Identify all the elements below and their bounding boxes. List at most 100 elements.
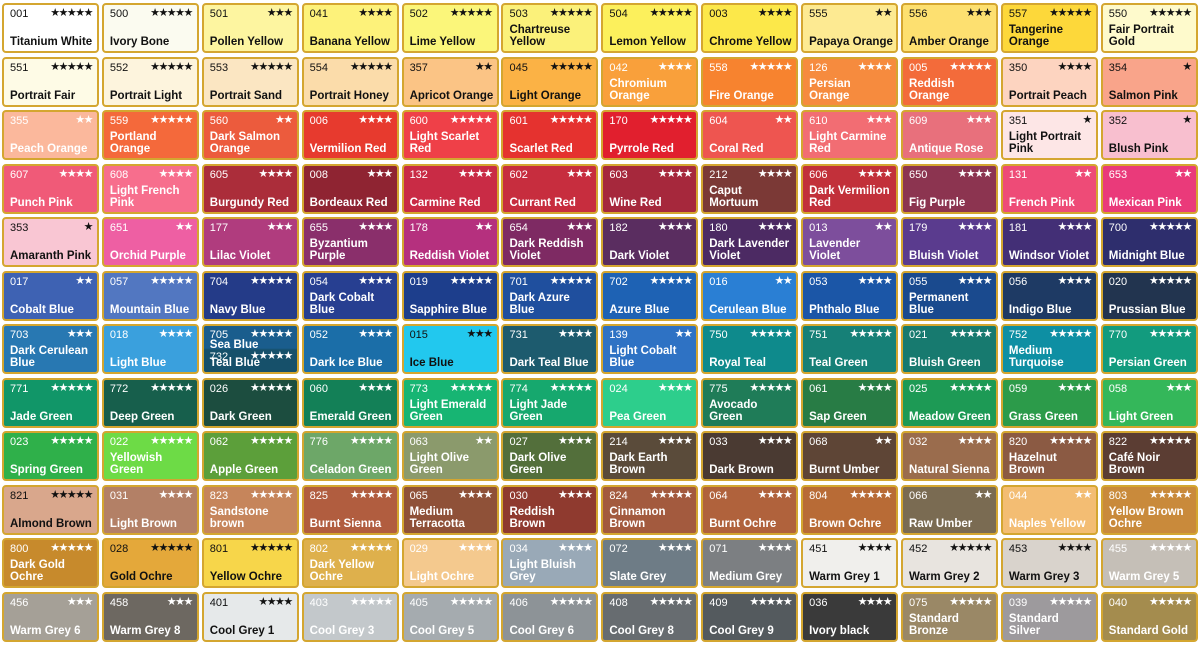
color-swatch[interactable]: 044 ★★ Naples Yellow [1000,484,1098,535]
color-swatch[interactable]: 357 ★★ Apricot Orange [401,56,499,107]
color-swatch[interactable]: 550 ★★★★★ Fair Portrait Gold [1100,3,1198,53]
color-swatch[interactable]: 017 ★★ Cobalt Blue [2,270,99,321]
color-swatch[interactable]: 704 ★★★★★ Navy Blue [201,270,299,321]
color-swatch[interactable]: 170 ★★★★★ Pyrrole Red [601,110,699,160]
color-swatch[interactable]: 409 ★★★★★ Cool Grey 9 [701,591,799,642]
color-swatch[interactable]: 600 ★★★★★ Light Scarlet Red [401,110,499,160]
color-swatch[interactable]: 771 ★★★★★ Jade Green [2,377,99,428]
color-swatch[interactable]: 803 ★★★★★ Yellow Brown Ochre [1100,484,1198,535]
color-swatch[interactable]: 022 ★★★★★ Yellowish Green [101,431,199,481]
color-swatch[interactable]: 605 ★★★★ Burgundy Red [201,163,299,214]
color-swatch[interactable]: 773 ★★★★★ Light Emerald Green [401,377,499,428]
color-swatch[interactable]: 774 ★★★★★ Light Jade Green [501,377,599,428]
color-swatch[interactable]: 058 ★★★ Light Green [1100,377,1198,428]
color-swatch[interactable]: 053 ★★★★ Phthalo Blue [801,270,899,321]
color-swatch[interactable]: 036 ★★★★ Ivory black [801,591,899,642]
color-swatch[interactable]: 701 ★★★★★ Dark Azure Blue [501,270,599,321]
color-swatch[interactable]: 554 ★★★★★ Portrait Honey [301,56,399,107]
color-swatch[interactable]: 608 ★★★★ Light French Pink [101,163,199,214]
color-swatch[interactable]: 772 ★★★★★ Deep Green [101,377,199,428]
color-swatch[interactable]: 503 ★★★★★ Chartreuse Yellow [501,3,599,53]
color-swatch[interactable]: 139 ★★ Light Cobalt Blue [601,324,699,374]
color-swatch[interactable]: 822 ★★★★★ Café Noir Brown [1100,431,1198,481]
color-swatch[interactable]: 556 ★★★ Amber Orange [901,3,999,53]
color-swatch[interactable]: 214 ★★★★ Dark Earth Brown [601,431,699,481]
color-swatch[interactable]: 039 ★★★★★ Standard Silver [1000,591,1098,642]
color-swatch[interactable]: 063 ★★ Light Olive Green [401,431,499,481]
color-swatch[interactable]: 005 ★★★★★ Reddish Orange [901,56,999,107]
color-swatch[interactable]: 008 ★★★ Bordeaux Red [301,163,399,214]
color-swatch[interactable]: 003 ★★★★ Chrome Yellow [701,3,799,53]
color-swatch[interactable]: 066 ★★ Raw Umber [901,484,999,535]
color-swatch[interactable]: 025 ★★★★★ Meadow Green [901,377,999,428]
color-swatch[interactable]: 800 ★★★★★ Dark Gold Ochre [2,538,99,588]
color-swatch[interactable]: 453 ★★★★ Warm Grey 3 [1000,538,1098,588]
color-swatch[interactable]: 820 ★★★★★ Hazelnut Brown [1000,431,1098,481]
color-swatch[interactable]: 006 ★★★★ Vermilion Red [301,110,399,160]
color-swatch[interactable]: 606 ★★★★ Dark Vermilion Red [801,163,899,214]
color-swatch[interactable]: 180 ★★★★ Dark Lavender Violet [701,217,799,267]
color-swatch[interactable]: 408 ★★★★★ Cool Grey 8 [601,591,699,642]
color-swatch[interactable]: 502 ★★★★★ Lime Yellow [401,3,499,53]
color-swatch[interactable]: 131 ★★ French Pink [1000,163,1098,214]
color-swatch[interactable]: 015 ★★★ Ice Blue [401,324,499,374]
color-swatch[interactable]: 824 ★★★★★ Cinnamon Brown [601,484,699,535]
color-swatch[interactable]: 458 ★★★ Warm Grey 8 [101,591,199,642]
color-swatch[interactable]: 770 ★★★★★ Persian Green [1100,324,1198,374]
color-swatch[interactable]: 023 ★★★★★ Spring Green [2,431,99,481]
color-swatch[interactable]: 559 ★★★★★ Portland Orange [101,110,199,160]
color-swatch[interactable]: 702 ★★★★★ Azure Blue [601,270,699,321]
color-swatch[interactable]: 654 ★★★ Dark Reddish Violet [501,217,599,267]
color-swatch[interactable]: 060 ★★★★ Emerald Green [301,377,399,428]
color-swatch[interactable]: 452 ★★★★★ Warm Grey 2 [901,538,999,588]
color-swatch[interactable]: 403 ★★★★★ Cool Grey 3 [301,591,399,642]
color-swatch[interactable]: 059 ★★★★ Grass Green [1000,377,1098,428]
color-swatch[interactable]: 405 ★★★★★ Cool Grey 5 [401,591,499,642]
color-swatch[interactable]: 212 ★★★★ Caput Mortuum [701,163,799,214]
color-swatch[interactable]: 041 ★★★★ Banana Yellow [301,3,399,53]
color-swatch[interactable]: 062 ★★★★★ Apple Green [201,431,299,481]
color-swatch[interactable]: 040 ★★★★★ Standard Gold [1100,591,1198,642]
color-swatch[interactable]: 072 ★★★★ Slate Grey [601,538,699,588]
color-swatch[interactable]: 607 ★★★★ Punch Pink [2,163,99,214]
color-swatch[interactable]: 558 ★★★★★ Fire Orange [701,56,799,107]
color-swatch[interactable]: 056 ★★★★ Indigo Blue [1000,270,1098,321]
color-swatch[interactable]: 751 ★★★★★ Teal Green [801,324,899,374]
color-swatch[interactable]: 802 ★★★★★ Dark Yellow Ochre [301,538,399,588]
color-swatch[interactable]: 026 ★★★★★ Dark Green [201,377,299,428]
color-swatch[interactable]: 027 ★★★★ Dark Olive Green [501,431,599,481]
color-swatch[interactable]: 501 ★★★ Pollen Yellow [201,3,299,53]
color-swatch[interactable]: 655 ★★★★ Byzantium Purple [301,217,399,267]
color-swatch[interactable]: 178 ★★ Reddish Violet [401,217,499,267]
color-swatch[interactable]: 504 ★★★★★ Lemon Yellow [601,3,699,53]
color-swatch[interactable]: 500 ★★★★★ Ivory Bone [101,3,199,53]
color-swatch[interactable]: 557 ★★★★★ Tangerine Orange [1000,3,1098,53]
color-swatch[interactable]: 054 ★★★★ Dark Cobalt Blue [301,270,399,321]
color-swatch[interactable]: 031 ★★★★ Light Brown [101,484,199,535]
color-swatch[interactable]: 406 ★★★★★ Cool Grey 6 [501,591,599,642]
color-swatch[interactable]: 552 ★★★★★ Portrait Light [101,56,199,107]
color-swatch[interactable]: 705 ★★★★★ Sea Blue 732 ★★★★★ Teal Blue [201,324,299,374]
color-swatch[interactable]: 651 ★★ Orchid Purple [101,217,199,267]
color-swatch[interactable]: 823 ★★★★★ Sandstone brown [201,484,299,535]
color-swatch[interactable]: 028 ★★★★★ Gold Ochre [101,538,199,588]
color-swatch[interactable]: 045 ★★★★★ Light Orange [501,56,599,107]
color-swatch[interactable]: 653 ★★ Mexican Pink [1100,163,1198,214]
color-swatch[interactable]: 013 ★★ Lavender Violet [801,217,899,267]
color-swatch[interactable]: 032 ★★★★ Natural Sienna [901,431,999,481]
color-swatch[interactable]: 033 ★★★★ Dark Brown [701,431,799,481]
color-swatch[interactable]: 700 ★★★★★ Midnight Blue [1100,217,1198,267]
color-swatch[interactable]: 061 ★★★★ Sap Green [801,377,899,428]
color-swatch[interactable]: 052 ★★★★ Dark Ice Blue [301,324,399,374]
color-swatch[interactable]: 181 ★★★★ Windsor Violet [1000,217,1098,267]
color-swatch[interactable]: 132 ★★★★ Carmine Red [401,163,499,214]
color-swatch[interactable]: 750 ★★★★★ Royal Teal [701,324,799,374]
color-swatch[interactable]: 731 ★★★★ Dark Teal Blue [501,324,599,374]
color-swatch[interactable]: 650 ★★★★ Fig Purple [901,163,999,214]
color-swatch[interactable]: 030 ★★★★ Reddish Brown [501,484,599,535]
color-swatch[interactable]: 401 ★★★★ Cool Grey 1 [201,591,299,642]
color-swatch[interactable]: 020 ★★★★★ Prussian Blue [1100,270,1198,321]
color-swatch[interactable]: 177 ★★★ Lilac Violet [201,217,299,267]
color-swatch[interactable]: 182 ★★★★ Dark Violet [601,217,699,267]
color-swatch[interactable]: 603 ★★★★ Wine Red [601,163,699,214]
